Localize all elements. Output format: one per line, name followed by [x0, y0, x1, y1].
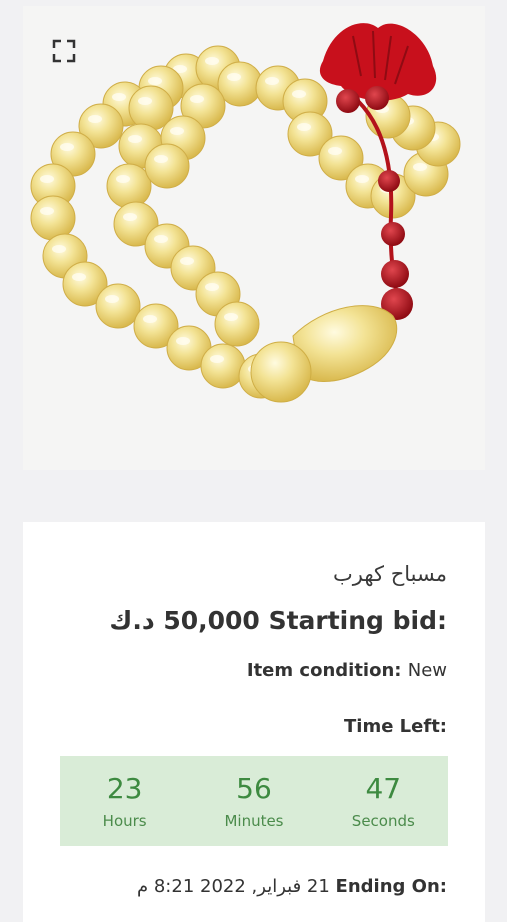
seconds-value: 47 — [365, 772, 402, 805]
minutes-value: 56 — [236, 772, 272, 805]
bead-highlight — [143, 315, 157, 323]
countdown-hours: 23 Hours — [70, 772, 180, 830]
rosary-bead — [214, 301, 260, 347]
bead-highlight — [60, 143, 74, 151]
expand-image-button[interactable] — [49, 36, 79, 66]
countdown-minutes: 56 Minutes — [199, 772, 309, 830]
bead-highlight — [40, 175, 54, 183]
auction-details-card: مسباح كهرب 50,000 د.ك :Starting bid Item… — [23, 522, 485, 922]
bead-highlight — [170, 127, 184, 135]
countdown-timer: 23 Hours 56 Minutes 47 Seconds — [60, 756, 448, 846]
product-image[interactable] — [23, 6, 485, 470]
condition-value: New — [407, 660, 447, 681]
rosary-bead — [217, 61, 263, 107]
bead-highlight — [210, 355, 224, 363]
item-condition: Item condition: New — [247, 660, 447, 681]
rosary-bead — [200, 343, 246, 389]
countdown-seconds: 47 Seconds — [328, 772, 438, 830]
condition-label: Item condition: — [246, 660, 408, 681]
ending-on: 21 فبراير, 2022 8:21 م Ending On: — [137, 876, 447, 897]
starting-bid-label: :Starting bid — [268, 606, 447, 635]
bead-highlight — [138, 97, 152, 105]
expand-icon — [52, 39, 76, 63]
bead-highlight — [52, 245, 66, 253]
bead-highlight — [265, 77, 279, 85]
item-title: مسباح كهرب — [333, 562, 447, 586]
bead-highlight — [116, 175, 130, 183]
bead-highlight — [148, 77, 162, 85]
ending-value: 21 فبراير, 2022 8:21 م — [136, 876, 330, 897]
starting-bid-value: 50,000 د.ك — [109, 606, 260, 635]
rosary-bead — [144, 143, 190, 189]
bead-highlight — [180, 257, 194, 265]
bead-highlight — [154, 235, 168, 243]
seconds-label: Seconds — [351, 812, 415, 830]
bead-highlight — [297, 123, 311, 131]
starting-bid: 50,000 د.ك :Starting bid — [109, 606, 447, 635]
time-left-label: :Time Left — [344, 716, 447, 737]
bead-highlight — [72, 273, 86, 281]
rosary-bead — [106, 163, 152, 209]
rosary-bead — [95, 283, 141, 329]
bead-highlight — [224, 313, 238, 321]
bead-highlight — [40, 207, 54, 215]
bead-highlight — [128, 135, 142, 143]
bead-highlight — [112, 93, 126, 101]
bead-highlight — [154, 155, 168, 163]
ending-label: Ending On: — [335, 876, 447, 897]
bead-highlight — [413, 163, 427, 171]
hours-label: Hours — [102, 812, 147, 830]
bead-highlight — [176, 337, 190, 345]
bead-highlight — [205, 57, 219, 65]
rosary-bead — [30, 195, 76, 241]
bead-highlight — [88, 115, 102, 123]
bead-highlight — [105, 295, 119, 303]
bead-highlight — [227, 73, 241, 81]
hours-value: 23 — [106, 772, 143, 805]
bead-highlight — [328, 147, 342, 155]
bead-highlight — [205, 283, 219, 291]
amber-rosary-photo — [23, 6, 485, 470]
bead-highlight — [355, 175, 369, 183]
bead-highlight — [292, 90, 306, 98]
bead-highlight — [190, 95, 204, 103]
minutes-label: Minutes — [224, 812, 284, 830]
bead-highlight — [123, 213, 137, 221]
